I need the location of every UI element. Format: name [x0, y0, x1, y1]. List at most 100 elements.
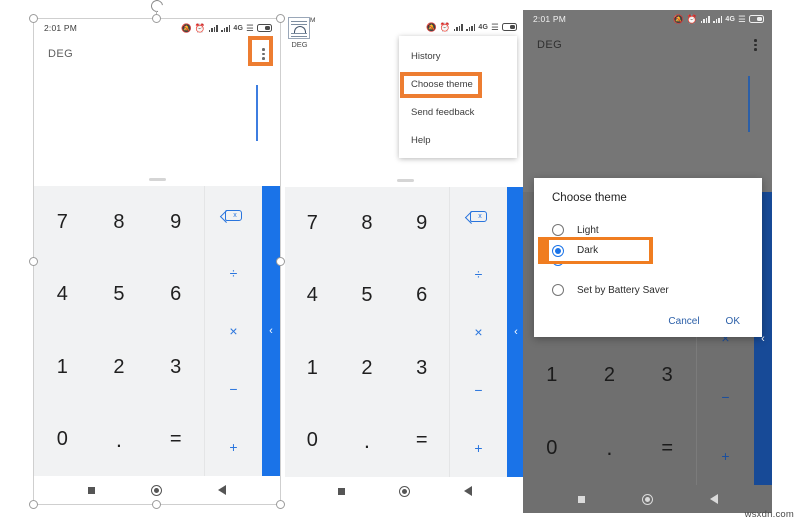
radio-button-dark-selected-icon[interactable] [552, 244, 564, 257]
radio-button-light-icon[interactable] [552, 224, 564, 236]
key-minus[interactable]: − [450, 361, 507, 419]
screenshot-stage: 2:01 PM 🔕 ⏰ 4G ☰ DEG 7 8 9 4 5 6 1 2 3 0… [0, 0, 800, 523]
battery-icon-3 [749, 15, 764, 23]
key-6[interactable]: 6 [394, 260, 449, 333]
key-backspace[interactable]: x [205, 186, 262, 244]
kebab-menu-icon-3[interactable] [750, 36, 761, 54]
selection-handle-middle-right[interactable] [276, 257, 285, 266]
key-5[interactable]: 5 [91, 259, 148, 332]
theme-option-battery-saver[interactable]: Set by Battery Saver [534, 275, 762, 305]
signal-bars-icon-6 [713, 15, 723, 23]
recents-square-icon[interactable] [577, 495, 585, 503]
signal-bars-icon-4 [466, 23, 476, 31]
key-0[interactable]: 0 [285, 405, 340, 478]
selection-handle-top-center[interactable] [152, 14, 161, 23]
key-0[interactable]: 0 [523, 412, 581, 485]
system-navigation-bar-3 [523, 485, 772, 513]
key-multiply[interactable]: × [450, 303, 507, 361]
cancel-button[interactable]: Cancel [668, 316, 699, 327]
key-9[interactable]: 9 [394, 187, 449, 260]
menu-item-help[interactable]: Help [399, 126, 517, 154]
key-6[interactable]: 6 [147, 259, 204, 332]
selection-handle-top-left[interactable] [29, 14, 38, 23]
back-triangle-icon[interactable] [464, 486, 472, 496]
key-0[interactable]: 0 [34, 404, 91, 477]
key-plus[interactable]: + [697, 426, 754, 485]
home-circle-icon[interactable] [151, 484, 162, 496]
key-1[interactable]: 1 [523, 339, 581, 412]
key-3[interactable]: 3 [394, 332, 449, 405]
bell-off-icon-2: 🔕 [426, 21, 437, 32]
back-triangle-icon[interactable] [218, 485, 226, 495]
radio-button-battery-saver-icon[interactable] [552, 284, 564, 296]
key-equals[interactable]: = [638, 412, 696, 485]
home-circle-icon[interactable] [399, 485, 410, 497]
key-2[interactable]: 2 [581, 339, 639, 412]
backspace-icon: x [470, 210, 487, 222]
status-bar-2: 2:01 PM 🔕 ⏰ 4G ☰ [285, 18, 525, 36]
key-3[interactable]: 3 [147, 331, 204, 404]
key-4[interactable]: 4 [34, 259, 91, 332]
back-triangle-icon[interactable] [709, 494, 718, 504]
thumbnail-arc-shape [294, 26, 306, 33]
keypad-drag-handle[interactable] [34, 172, 280, 186]
battery-icon [257, 24, 272, 32]
key-equals[interactable]: = [147, 404, 204, 477]
selection-handle-top-right[interactable] [276, 14, 285, 23]
key-7[interactable]: 7 [285, 187, 340, 260]
rotation-handle-icon[interactable] [148, 0, 166, 15]
signal-bars-icon-2 [221, 24, 231, 32]
key-5[interactable]: 5 [340, 260, 395, 333]
key-minus[interactable]: − [697, 368, 754, 427]
menu-item-history[interactable]: History [399, 42, 517, 70]
dark-option-highlighted-content[interactable]: Dark [552, 243, 598, 258]
key-1[interactable]: 1 [34, 331, 91, 404]
key-1[interactable]: 1 [285, 332, 340, 405]
key-decimal-point[interactable]: . [91, 404, 148, 477]
selection-handle-middle-left[interactable] [29, 257, 38, 266]
key-minus[interactable]: − [205, 360, 262, 418]
ok-button[interactable]: OK [726, 316, 740, 327]
menu-item-send-feedback[interactable]: Send feedback [399, 98, 517, 126]
key-plus[interactable]: + [450, 419, 507, 477]
theme-option-battery-saver-label: Set by Battery Saver [577, 284, 669, 296]
key-2[interactable]: 2 [340, 332, 395, 405]
selection-handle-bottom-right[interactable] [276, 500, 285, 509]
selection-handle-bottom-center[interactable] [152, 500, 161, 509]
key-decimal-point[interactable]: . [340, 405, 395, 478]
key-8[interactable]: 8 [340, 187, 395, 260]
dialog-title: Choose theme [552, 192, 627, 204]
key-divide[interactable]: ÷ [450, 245, 507, 303]
keypad-2: 7 8 9 4 5 6 1 2 3 0 . = x ÷ × − + ‹ [285, 187, 525, 477]
selection-handle-bottom-left[interactable] [29, 500, 38, 509]
key-8[interactable]: 8 [91, 186, 148, 259]
key-divide[interactable]: ÷ [205, 244, 262, 302]
recents-square-icon[interactable] [338, 487, 345, 495]
operator-pad: x ÷ × − + [204, 186, 262, 476]
app-bar-3: DEG [523, 28, 772, 62]
vibrate-icon: ☰ [246, 22, 254, 33]
key-multiply[interactable]: × [205, 302, 262, 360]
key-9[interactable]: 9 [147, 186, 204, 259]
choose-theme-highlight-box [400, 72, 482, 98]
recents-square-icon[interactable] [88, 486, 95, 494]
key-plus[interactable]: + [205, 418, 262, 476]
vibrate-icon-3: ☰ [738, 13, 746, 24]
key-7[interactable]: 7 [34, 186, 91, 259]
home-circle-icon[interactable] [641, 493, 653, 505]
vibrate-icon-2: ☰ [491, 21, 499, 32]
advanced-panel-chevron-icon[interactable]: ‹ [262, 186, 280, 476]
status-bar-clock-3: 2:01 PM [533, 14, 567, 24]
calculator-display[interactable] [34, 71, 280, 172]
keypad-drag-handle-2[interactable] [285, 173, 525, 187]
key-backspace[interactable]: x [450, 187, 507, 245]
key-3[interactable]: 3 [638, 339, 696, 412]
calculator-display-3[interactable] [523, 62, 772, 178]
key-4[interactable]: 4 [285, 260, 340, 333]
phone-screenshot-light-calculator: 2:01 PM 🔕 ⏰ 4G ☰ DEG 7 8 9 4 5 6 1 2 3 0… [33, 18, 281, 505]
alarm-icon-2: ⏰ [439, 21, 451, 32]
key-2[interactable]: 2 [91, 331, 148, 404]
key-equals[interactable]: = [394, 405, 449, 478]
backspace-icon: x [225, 209, 242, 221]
key-decimal-point[interactable]: . [581, 412, 639, 485]
